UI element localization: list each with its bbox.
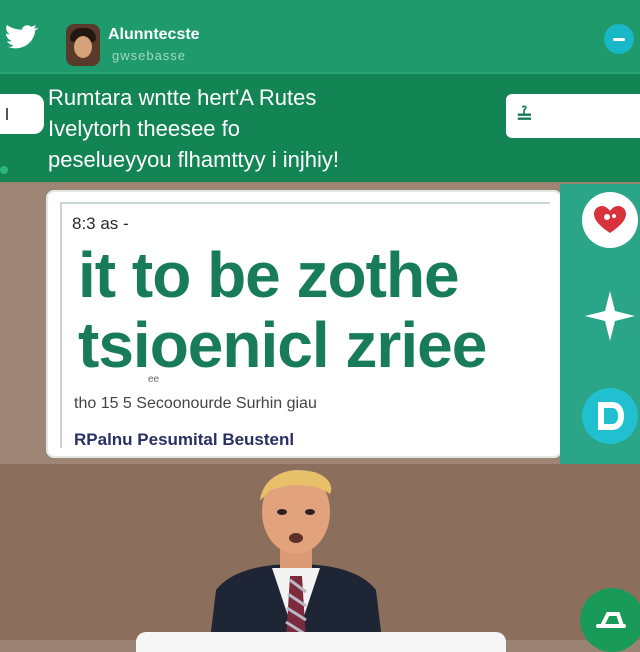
star-icon xyxy=(585,291,635,341)
top-bar: Alunntecste gwsebasse xyxy=(0,0,640,74)
like-button[interactable] xyxy=(582,192,638,248)
reply-icon xyxy=(598,402,624,430)
tiny-label: ee xyxy=(148,374,160,385)
bottom-sheet[interactable] xyxy=(136,632,506,652)
compose-line: peselueyyou flhamttyy i injhiy! xyxy=(48,147,340,172)
post-time: 8:3 as - xyxy=(72,214,129,233)
compose-line: Rumtara wntte hert'A Rutes xyxy=(48,85,317,110)
card-zone: 8:3 as - it to be zothe tsioenicl zriee … xyxy=(0,184,640,464)
user-handle: gwsebasse xyxy=(112,48,187,63)
compose-line: Ivelytorh theesee fo xyxy=(48,116,241,141)
heart-icon xyxy=(594,206,626,233)
display-name[interactable]: Alunntecste xyxy=(108,26,200,44)
minus-icon[interactable] xyxy=(604,24,634,54)
post-caption: tho 15 5 Secoonourde Surhin giau xyxy=(74,395,317,412)
headline-line: it to be zothe xyxy=(78,239,460,311)
compose-toggle[interactable] xyxy=(0,94,44,134)
dot-indicator xyxy=(0,166,8,174)
search-input[interactable]: ≟ xyxy=(506,94,640,138)
post-headline: it to be zothe tsioenicl zriee xyxy=(78,240,548,380)
avatar[interactable] xyxy=(66,24,100,66)
compose-text[interactable]: Rumtara wntte hert'A Rutes Ivelytorh the… xyxy=(48,82,488,175)
retweet-button[interactable] xyxy=(582,288,638,344)
side-rail xyxy=(560,184,640,464)
post-footer[interactable]: RPalnu Pesumital Beustenl xyxy=(74,430,294,450)
headline-line: tsioenicl zriee xyxy=(78,309,487,381)
compose-fab[interactable] xyxy=(580,588,640,652)
compose-area: Rumtara wntte hert'A Rutes Ivelytorh the… xyxy=(0,74,640,182)
input-glyph: ≟ xyxy=(516,106,533,128)
media-area xyxy=(0,464,640,640)
reply-button[interactable] xyxy=(582,388,638,444)
compose-icon xyxy=(596,612,626,628)
post-card[interactable]: 8:3 as - it to be zothe tsioenicl zriee … xyxy=(48,192,560,456)
person-photo[interactable] xyxy=(210,468,382,640)
bird-icon[interactable] xyxy=(2,24,40,54)
